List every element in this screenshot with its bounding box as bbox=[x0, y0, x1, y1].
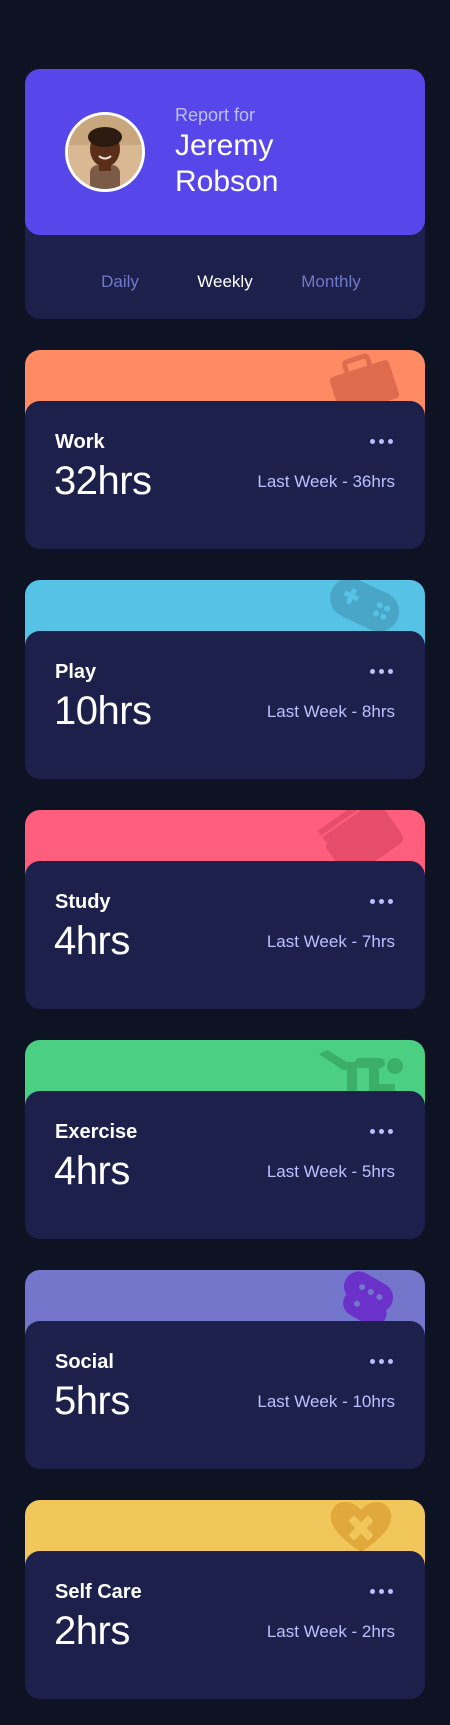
activity-current-hours: 4hrs bbox=[54, 1149, 130, 1193]
activity-title: Self Care bbox=[55, 1581, 142, 1603]
ellipsis-icon[interactable] bbox=[370, 438, 396, 446]
books-icon bbox=[317, 810, 407, 862]
heart-bandage-icon bbox=[317, 1500, 407, 1552]
ellipsis-icon[interactable] bbox=[370, 1358, 396, 1366]
ellipsis-icon[interactable] bbox=[370, 898, 396, 906]
dashboard: Report for Jeremy Robson Daily Weekly Mo… bbox=[25, 69, 425, 1699]
report-for-label: Report for bbox=[175, 105, 256, 125]
activity-current-hours: 4hrs bbox=[54, 919, 130, 963]
activity-card-social: Social 5hrs Last Week - 10hrs bbox=[25, 1270, 425, 1469]
running-person-icon bbox=[317, 1040, 407, 1092]
activity-card-self-care: Self Care 2hrs Last Week - 2hrs bbox=[25, 1500, 425, 1699]
activity-title: Exercise bbox=[55, 1121, 138, 1143]
activity-previous-hours: Last Week - 8hrs bbox=[266, 702, 395, 721]
activity-current-hours: 2hrs bbox=[54, 1609, 130, 1653]
activity-card-body[interactable]: Study 4hrs Last Week - 7hrs bbox=[25, 861, 425, 1009]
activity-previous-hours: Last Week - 36hrs bbox=[257, 472, 395, 491]
activity-card-study: Study 4hrs Last Week - 7hrs bbox=[25, 810, 425, 1009]
tab-monthly[interactable]: Monthly bbox=[301, 272, 361, 292]
activity-title: Study bbox=[55, 891, 111, 913]
avatar bbox=[65, 112, 145, 192]
ellipsis-icon[interactable] bbox=[370, 1128, 396, 1136]
activity-card-body[interactable]: Social 5hrs Last Week - 10hrs bbox=[25, 1321, 425, 1469]
activity-title: Social bbox=[55, 1351, 114, 1373]
user-name: Jeremy Robson bbox=[175, 129, 279, 198]
activity-previous-hours: Last Week - 5hrs bbox=[266, 1162, 395, 1181]
activity-card-body[interactable]: Play 10hrs Last Week - 8hrs bbox=[25, 631, 425, 779]
activity-previous-hours: Last Week - 10hrs bbox=[257, 1392, 395, 1411]
activity-title: Work bbox=[55, 431, 105, 453]
profile-header: Report for Jeremy Robson bbox=[25, 69, 425, 235]
activity-card-body[interactable]: Self Care 2hrs Last Week - 2hrs bbox=[25, 1551, 425, 1699]
ellipsis-icon[interactable] bbox=[370, 668, 396, 676]
activity-current-hours: 32hrs bbox=[54, 459, 152, 503]
gamepad-icon bbox=[317, 580, 407, 632]
activity-card-body[interactable]: Exercise 4hrs Last Week - 5hrs bbox=[25, 1091, 425, 1239]
activity-card-play: Play 10hrs Last Week - 8hrs bbox=[25, 580, 425, 779]
activity-previous-hours: Last Week - 2hrs bbox=[266, 1622, 395, 1641]
activity-card-body[interactable]: Work 32hrs Last Week - 36hrs bbox=[25, 401, 425, 549]
ellipsis-icon[interactable] bbox=[370, 1588, 396, 1596]
activity-card-exercise: Exercise 4hrs Last Week - 5hrs bbox=[25, 1040, 425, 1239]
profile-card: Report for Jeremy Robson Daily Weekly Mo… bbox=[25, 69, 425, 319]
briefcase-icon bbox=[317, 350, 407, 402]
chat-bubbles-icon bbox=[317, 1270, 407, 1322]
timeframe-tabs: Daily Weekly Monthly bbox=[25, 272, 425, 302]
activity-current-hours: 10hrs bbox=[54, 689, 152, 733]
activity-current-hours: 5hrs bbox=[54, 1379, 130, 1423]
activity-title: Play bbox=[55, 661, 97, 683]
tab-daily[interactable]: Daily bbox=[101, 272, 139, 292]
activity-card-work: Work 32hrs Last Week - 36hrs bbox=[25, 350, 425, 549]
tab-weekly[interactable]: Weekly bbox=[197, 272, 252, 292]
activity-previous-hours: Last Week - 7hrs bbox=[266, 932, 395, 951]
